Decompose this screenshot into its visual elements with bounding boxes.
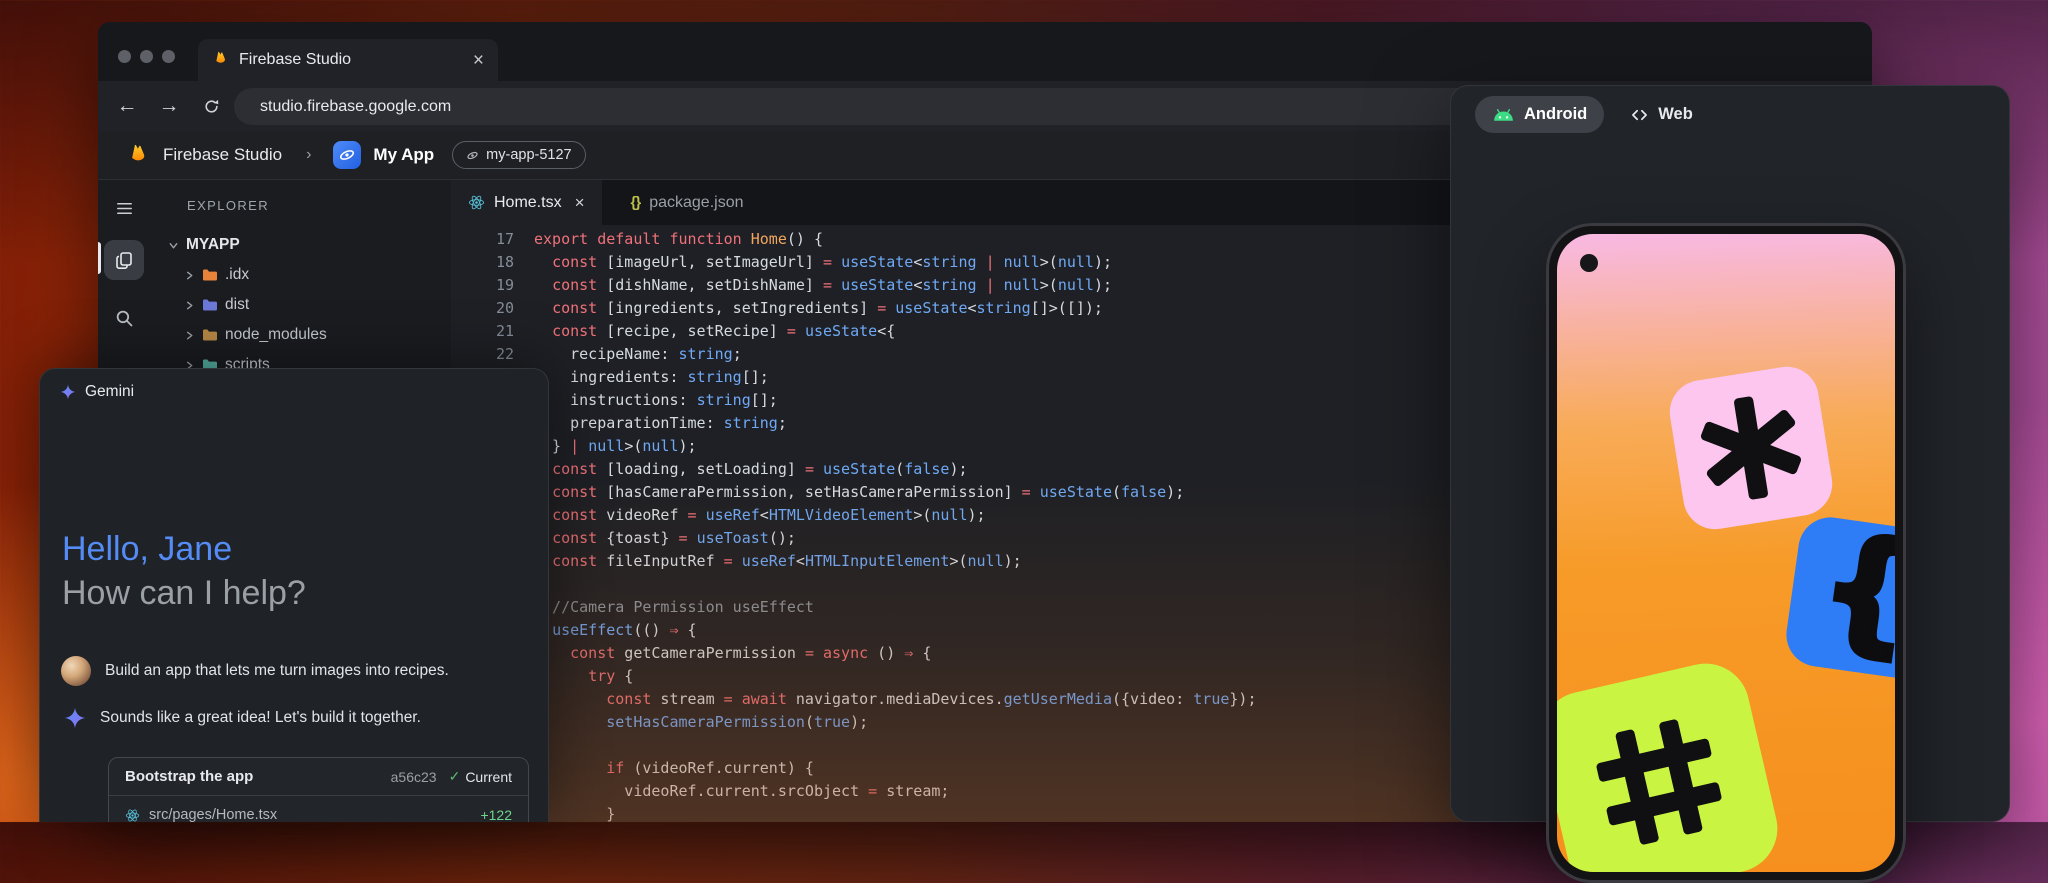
explorer-tree: MYAPP .idxdistnode_modulesscripts: [150, 230, 451, 380]
android-toggle[interactable]: Android: [1475, 96, 1604, 133]
braces-icon: {}: [631, 194, 641, 211]
task-card-header: Bootstrap the app a56c23 ✓ Current: [109, 758, 528, 796]
search-icon: [115, 309, 134, 328]
project-id-badge[interactable]: my-app-5127: [452, 141, 585, 169]
firebase-logo-icon: [126, 141, 150, 170]
brand-title[interactable]: Firebase Studio: [163, 145, 282, 165]
tab-package-json[interactable]: {} package.json: [614, 180, 761, 225]
folder-label: dist: [225, 296, 249, 314]
editor-tab-label: Home.tsx: [494, 194, 562, 212]
greeting-name: Hello, Jane: [62, 530, 232, 568]
pink-tile: [1665, 362, 1837, 534]
files-button[interactable]: [104, 240, 144, 280]
activity-selected-indicator: [98, 242, 101, 274]
explorer-folders: .idxdistnode_modulesscripts: [150, 260, 451, 380]
folder-label: node_modules: [225, 326, 327, 344]
task-card[interactable]: Bootstrap the app a56c23 ✓ Current src/p…: [108, 757, 529, 822]
badge-icon: [466, 149, 479, 162]
menu-button[interactable]: [104, 188, 144, 228]
tab-close-icon[interactable]: ×: [473, 51, 484, 70]
editor-tab-label: package.json: [649, 194, 743, 212]
traffic-light-maximize[interactable]: [162, 50, 175, 63]
user-message: Build an app that lets me turn images in…: [105, 662, 449, 680]
folder-icon: [202, 328, 218, 342]
android-icon: [1492, 108, 1515, 122]
traffic-light-close[interactable]: [118, 50, 131, 63]
firebase-favicon-icon: [212, 49, 229, 71]
asterisk-icon: [1690, 387, 1811, 508]
react-icon: [125, 808, 140, 823]
hamburger-icon: [115, 199, 134, 218]
chevron-right-icon: [184, 330, 195, 341]
lime-tile: [1557, 655, 1786, 872]
web-label: Web: [1658, 105, 1693, 124]
folder-label: .idx: [225, 266, 249, 284]
device-preview-panel: Android Web {: [1450, 85, 2010, 822]
search-button[interactable]: [104, 298, 144, 338]
browser-tab-strip: Firebase Studio ×: [98, 22, 1872, 81]
android-label: Android: [1524, 105, 1587, 124]
reload-button[interactable]: [195, 81, 227, 131]
file-path: src/pages/Home.tsx: [149, 807, 471, 822]
project-name[interactable]: My App: [373, 145, 434, 165]
phone-screen: {: [1557, 234, 1895, 872]
tab-home-tsx[interactable]: Home.tsx ×: [451, 180, 602, 225]
forward-button[interactable]: →: [153, 81, 185, 131]
gemini-title: Gemini: [85, 383, 134, 401]
user-message-row: Build an app that lets me turn images in…: [61, 656, 449, 686]
phone-frame: {: [1546, 223, 1906, 883]
diff-count: +122: [480, 807, 512, 822]
assistant-message: Sounds like a great idea! Let's build it…: [100, 709, 421, 727]
url-text: studio.firebase.google.com: [260, 98, 451, 116]
gemini-greeting: Hello, Jane How can I help?: [62, 527, 306, 615]
browser-tab[interactable]: Firebase Studio ×: [198, 39, 498, 81]
blue-tile: {: [1782, 513, 1895, 682]
explorer-folder-.idx[interactable]: .idx: [150, 260, 451, 290]
explorer-root-myapp[interactable]: MYAPP: [150, 230, 451, 260]
gemini-panel: Gemini Hello, Jane How can I help? Build…: [39, 368, 549, 822]
greeting-question: How can I help?: [62, 574, 306, 612]
folder-icon: [202, 298, 218, 312]
browser-tab-title: Firebase Studio: [239, 51, 463, 69]
task-card-file-row[interactable]: src/pages/Home.tsx +122: [109, 796, 528, 822]
brace-glyph: {: [1812, 518, 1895, 662]
hash-icon: [1582, 705, 1736, 859]
assistant-message-row: Sounds like a great idea! Let's build it…: [61, 707, 421, 729]
explorer-root-label: MYAPP: [186, 236, 240, 254]
app-prototyper-icon: [333, 141, 361, 169]
chevron-down-icon: [168, 240, 179, 251]
camera-punch-hole: [1580, 254, 1598, 272]
gemini-star-icon: [64, 707, 86, 729]
explorer-title: EXPLORER: [187, 198, 269, 213]
platform-toggle: Android Web: [1475, 96, 1693, 133]
editor-tab-close-icon[interactable]: ×: [575, 193, 585, 213]
explorer-folder-node_modules[interactable]: node_modules: [150, 320, 451, 350]
gemini-star-icon: [60, 384, 76, 400]
web-toggle[interactable]: Web: [1630, 105, 1693, 124]
react-icon: [468, 194, 485, 211]
copy-pages-icon: [114, 250, 134, 270]
project-id-label: my-app-5127: [486, 147, 571, 163]
folder-icon: [202, 268, 218, 282]
code-icon: [1630, 107, 1649, 123]
chevron-right-icon: [184, 300, 195, 311]
chevron-right-icon: [184, 270, 195, 281]
explorer-folder-dist[interactable]: dist: [150, 290, 451, 320]
breadcrumb-separator-icon: ›: [306, 146, 311, 164]
gemini-header: Gemini: [60, 383, 134, 401]
check-icon: ✓: [449, 768, 461, 785]
back-button[interactable]: ←: [111, 81, 143, 131]
task-card-title: Bootstrap the app: [125, 768, 391, 785]
status-badge: Current: [465, 769, 512, 785]
traffic-light-minimize[interactable]: [140, 50, 153, 63]
user-avatar: [61, 656, 91, 686]
commit-hash: a56c23: [391, 769, 437, 785]
